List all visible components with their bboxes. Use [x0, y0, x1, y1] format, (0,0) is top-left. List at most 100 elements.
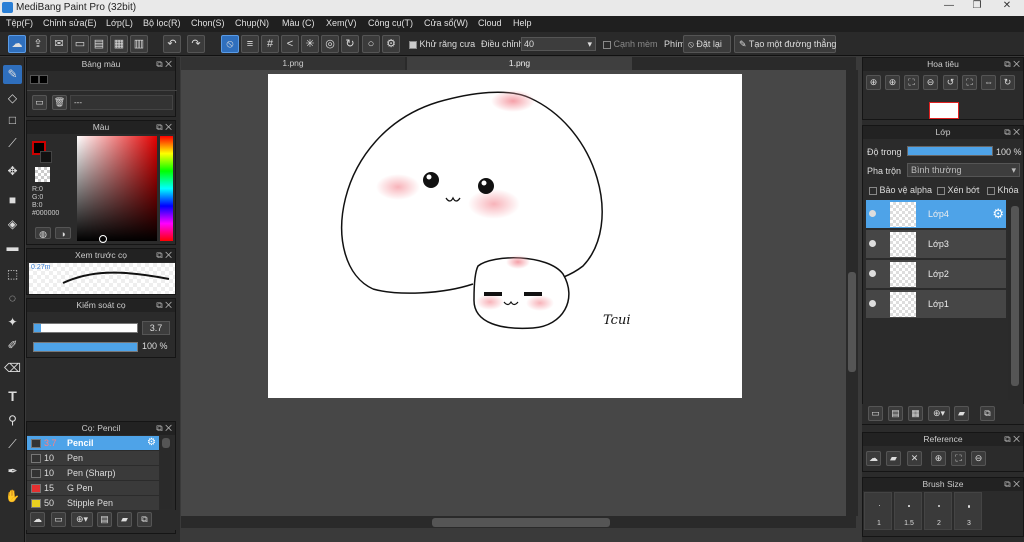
layer-row[interactable]: Lớp3	[866, 230, 1006, 259]
zoom-in-icon[interactable]: ⊕	[866, 75, 881, 90]
duplicate-layer-icon[interactable]: ⧉	[980, 406, 995, 421]
lock-toggle[interactable]: Khóa	[987, 185, 1019, 195]
magic-wand-tool-icon[interactable]: ✦	[3, 313, 22, 332]
antialias-toggle[interactable]: Khử răng cưa	[409, 39, 475, 49]
color-wheel-icon[interactable]: ◍	[35, 227, 51, 239]
canvas-vscrollbar[interactable]	[846, 70, 858, 516]
layer-row[interactable]: Lớp4 ⚙	[866, 200, 1006, 229]
reference-zoom-out-icon[interactable]: ⊖	[971, 451, 986, 466]
soft-edge-toggle[interactable]: Cạnh mèm	[603, 39, 658, 49]
dot-tool-icon[interactable]: □	[3, 111, 22, 130]
brush-size-preset[interactable]: 2	[924, 492, 952, 530]
select-eraser-tool-icon[interactable]: ⌫	[3, 359, 22, 378]
brush-list-item[interactable]: 10 Pen (Sharp)	[27, 466, 159, 481]
transparent-color[interactable]	[35, 167, 50, 182]
layer-row[interactable]: Lớp2	[866, 260, 1006, 289]
canvas-hscrollbar[interactable]	[181, 516, 856, 528]
layer-opacity-slider[interactable]	[907, 146, 993, 156]
protect-alpha-checkbox[interactable]	[869, 186, 877, 195]
clipping-checkbox[interactable]	[937, 186, 945, 195]
grid-icon[interactable]: ▥	[130, 35, 148, 53]
visibility-icon[interactable]	[869, 210, 876, 217]
visibility-icon[interactable]	[869, 300, 876, 307]
menu-tools[interactable]: Công cụ(T)	[368, 18, 413, 28]
adjust-select[interactable]: 40 ▾	[521, 37, 596, 51]
page-icon[interactable]: ▭	[71, 35, 89, 53]
maximize-button[interactable]: ❐	[964, 0, 990, 14]
reference-fit-icon[interactable]: ⛶	[951, 451, 966, 466]
cross-snap-icon[interactable]: #	[261, 35, 279, 53]
select-rect-tool-icon[interactable]: ⬚	[3, 265, 22, 284]
menu-select[interactable]: Chọn(S)	[191, 18, 225, 28]
panel-controls-icon[interactable]: ⧉ ✕	[1004, 433, 1020, 446]
menu-filter[interactable]: Bộ lọc(R)	[143, 18, 181, 28]
tab-document-1[interactable]: 1.png	[181, 57, 405, 70]
gear-icon[interactable]: ⚙	[147, 437, 156, 448]
brush-list-item[interactable]: 15 G Pen	[27, 481, 159, 496]
add-layer-menu-icon[interactable]: ⊕▾	[928, 406, 950, 421]
reset-button[interactable]: ⦸ Đặt lại	[683, 35, 731, 53]
new-palette-icon[interactable]: ▭	[32, 95, 47, 110]
brush-size-preset[interactable]: 1	[864, 492, 892, 530]
ellipse-snap-icon[interactable]: ○	[362, 35, 380, 53]
copy-brush-icon[interactable]: ⧉	[137, 512, 152, 527]
close-reference-icon[interactable]: ✕	[907, 451, 922, 466]
document-icon[interactable]: ▤	[90, 35, 108, 53]
divide-tool-icon[interactable]: ⟋	[3, 435, 22, 454]
visibility-icon[interactable]	[869, 270, 876, 277]
panel-controls-icon[interactable]: ⧉ ✕	[156, 58, 172, 71]
text-tool-icon[interactable]: T	[3, 387, 22, 406]
hue-slider[interactable]	[160, 136, 173, 241]
layer-folder-icon[interactable]: ▰	[954, 406, 969, 421]
layer-scroll-thumb[interactable]	[1011, 206, 1019, 386]
menu-window[interactable]: Cửa sổ(W)	[424, 18, 468, 28]
new-layer-icon[interactable]: ▭	[868, 406, 883, 421]
actual-size-icon[interactable]: ⛶	[962, 75, 977, 90]
panels-icon[interactable]: ▦	[110, 35, 128, 53]
brush-size-preset[interactable]: 3	[954, 492, 982, 530]
rotate-left-icon[interactable]: ↺	[943, 75, 958, 90]
antialias-checkbox[interactable]	[409, 40, 417, 49]
menu-cloud[interactable]: Cloud	[478, 18, 502, 28]
circle-snap-icon[interactable]: ◎	[321, 35, 339, 53]
new-8bit-layer-icon[interactable]: ▦	[908, 406, 923, 421]
brush-settings-icon[interactable]: ▤	[97, 512, 112, 527]
lasso-tool-icon[interactable]: ◌	[3, 289, 22, 308]
delete-palette-icon[interactable]: 🗑	[52, 95, 67, 110]
layer-row[interactable]: Lớp1	[866, 290, 1006, 319]
pen-line-tool-icon[interactable]: ⟋	[3, 134, 22, 153]
cloud-icon[interactable]: ☁	[8, 35, 26, 53]
color-swap-icon[interactable]: ◑	[55, 227, 71, 239]
move-tool-icon[interactable]: ✥	[3, 162, 22, 181]
vanish-snap-icon[interactable]: <	[281, 35, 299, 53]
saturation-value-picker[interactable]	[77, 136, 157, 241]
brush-list-item[interactable]: 50 Stipple Pen	[27, 496, 159, 511]
bucket-tool-icon[interactable]: ◈	[3, 215, 22, 234]
brush-list-scrollbar[interactable]	[160, 436, 172, 509]
panel-controls-icon[interactable]: ⧉ ✕	[1004, 58, 1020, 71]
menu-snap[interactable]: Chụp(N)	[235, 18, 269, 28]
undo-icon[interactable]: ↶	[163, 35, 181, 53]
soft-edge-checkbox[interactable]	[603, 40, 611, 49]
share-icon[interactable]: ⇪	[29, 35, 47, 53]
blend-mode-select[interactable]: Bình thường ▾	[907, 163, 1020, 177]
panel-controls-icon[interactable]: ⧉ ✕	[156, 249, 172, 262]
panel-controls-icon[interactable]: ⧉ ✕	[156, 121, 172, 134]
radial-snap-icon[interactable]: ✳	[301, 35, 319, 53]
brush-list-scroll-thumb[interactable]	[162, 438, 170, 448]
eyedropper-tool-icon[interactable]: ✒	[3, 462, 22, 481]
menu-help[interactable]: Help	[513, 18, 532, 28]
panel-controls-icon[interactable]: ⧉ ✕	[156, 299, 172, 312]
menu-color[interactable]: Màu (C)	[282, 18, 315, 28]
reference-zoom-in-icon[interactable]: ⊕	[931, 451, 946, 466]
hand-tool-icon[interactable]: ✋	[3, 487, 22, 506]
brush-size-preset[interactable]: 1.5	[894, 492, 922, 530]
zoom-out-icon[interactable]: ⊖	[923, 75, 938, 90]
gradient-tool-icon[interactable]: ▬	[3, 238, 22, 257]
menu-file[interactable]: Tệp(F)	[6, 18, 33, 28]
brush-size-slider[interactable]	[33, 323, 138, 333]
panel-controls-icon[interactable]: ⧉ ✕	[1004, 126, 1020, 139]
open-reference-icon[interactable]: ▰	[886, 451, 901, 466]
gear-icon[interactable]: ⚙	[992, 206, 1004, 222]
fit-icon[interactable]: ⛶	[904, 75, 919, 90]
